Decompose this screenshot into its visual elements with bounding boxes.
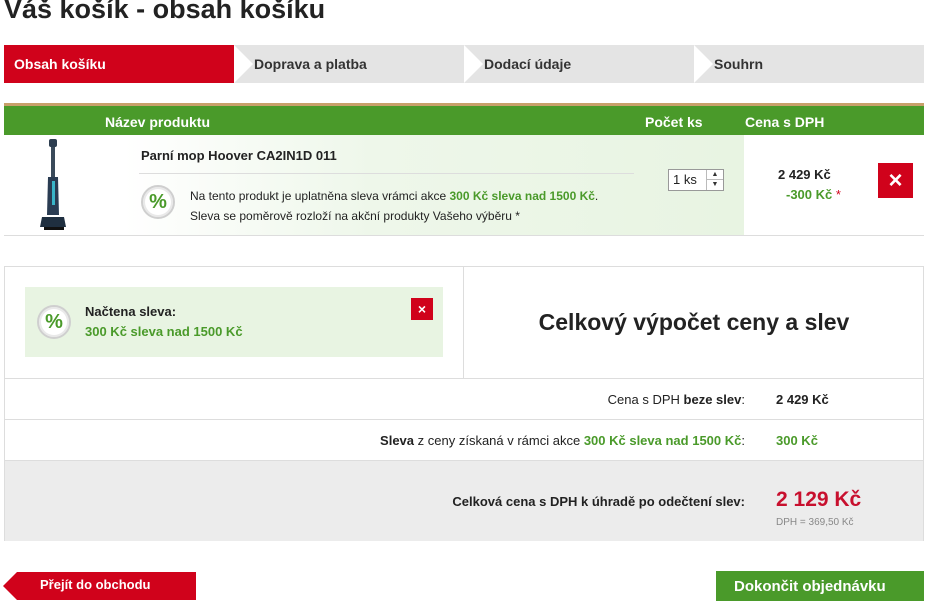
summary-label: Sleva z ceny získaná v rámci akce 300 Kč… [380, 433, 745, 448]
product-discount-info: Na tento produkt je uplatněna sleva vrám… [190, 186, 598, 226]
calc-title: Celkový výpočet ceny a slev [538, 309, 850, 335]
page-title: Váš košík - obsah košíku [4, 0, 326, 24]
label-part: Cena s DPH [607, 392, 684, 407]
discount-text: Na tento produkt je uplatněna sleva vrám… [190, 189, 450, 203]
close-icon: × [417, 301, 427, 317]
quantity-up-icon[interactable]: ▲ [707, 170, 723, 180]
divider [139, 173, 634, 174]
loaded-discount-value: 300 Kč sleva nad 1500 Kč [85, 324, 243, 339]
product-image[interactable] [34, 137, 74, 233]
quantity-stepper[interactable]: 1 ks ▲ ▼ [668, 169, 724, 191]
step-shipping-payment[interactable]: Doprava a platba [234, 45, 464, 83]
quantity-value[interactable]: 1 ks [673, 172, 697, 187]
label-part: beze slev [683, 392, 742, 407]
summary-row-discount: Sleva z ceny získaná v rámci akce 300 Kč… [5, 419, 923, 460]
discount-percent-icon: % [37, 305, 71, 339]
product-price-discount: -300 Kč * [786, 187, 841, 202]
cart-product-row: Parní mop Hoover CA2IN1D 011 % Na tento … [4, 135, 924, 236]
summary-value: 300 Kč [776, 433, 818, 448]
header-price: Cena s DPH [745, 114, 825, 130]
product-price: 2 429 Kč [778, 167, 831, 182]
discount-action-name: 300 Kč sleva nad 1500 Kč [449, 189, 595, 203]
remove-discount-button[interactable]: × [411, 298, 433, 320]
label-part: z ceny získaná v rámci akce [414, 433, 584, 448]
total-price: 2 129 Kč [776, 488, 862, 511]
discount-percent-icon: % [141, 185, 175, 219]
summary-box: % Načtena sleva: 300 Kč sleva nad 1500 K… [4, 266, 924, 541]
header-product-name: Název produktu [105, 114, 211, 130]
label-part: : [741, 433, 745, 448]
label-part: Sleva [380, 433, 415, 448]
discount-note: Sleva se poměrově rozloží na akční produ… [190, 209, 520, 223]
summary-row-total: Celková cena s DPH k úhradě po odečtení … [5, 460, 923, 541]
step-delivery-details[interactable]: Dodací údaje [464, 45, 694, 83]
loaded-discount-panel: % Načtena sleva: 300 Kč sleva nad 1500 K… [5, 267, 464, 378]
quantity-down-icon[interactable]: ▼ [707, 180, 723, 190]
loaded-discount-label: Načtena sleva: [85, 304, 177, 319]
cart-table-header: Název produktu Počet ks Cena s DPH [4, 103, 924, 135]
summary-label: Celková cena s DPH k úhradě po odečtení … [452, 494, 745, 509]
summary-label: Cena s DPH beze slev: [608, 392, 745, 407]
summary-row-price: Cena s DPH beze slev: 2 429 Kč [5, 378, 923, 419]
step-summary[interactable]: Souhrn [694, 45, 924, 83]
summary-value: 2 429 Kč [776, 392, 829, 407]
finish-order-button[interactable]: Dokončit objednávku [716, 571, 924, 601]
label-part: : [741, 392, 745, 407]
product-name[interactable]: Parní mop Hoover CA2IN1D 011 [141, 148, 337, 163]
checkout-steps: Obsah košíku Doprava a platba Dodací úda… [4, 45, 924, 83]
header-quantity: Počet ks [645, 114, 703, 130]
price-discount-star: * [835, 187, 841, 202]
discount-text-end: . [594, 189, 599, 203]
vat-amount: DPH = 369,50 Kč [776, 517, 854, 528]
remove-product-button[interactable]: × [878, 163, 913, 198]
close-icon: × [888, 166, 903, 194]
step-cart[interactable]: Obsah košíku [4, 45, 253, 83]
loaded-discount: % Načtena sleva: 300 Kč sleva nad 1500 K… [25, 287, 443, 357]
label-part: 300 Kč sleva nad 1500 Kč [583, 433, 742, 448]
price-discount-value: -300 Kč [786, 187, 833, 202]
